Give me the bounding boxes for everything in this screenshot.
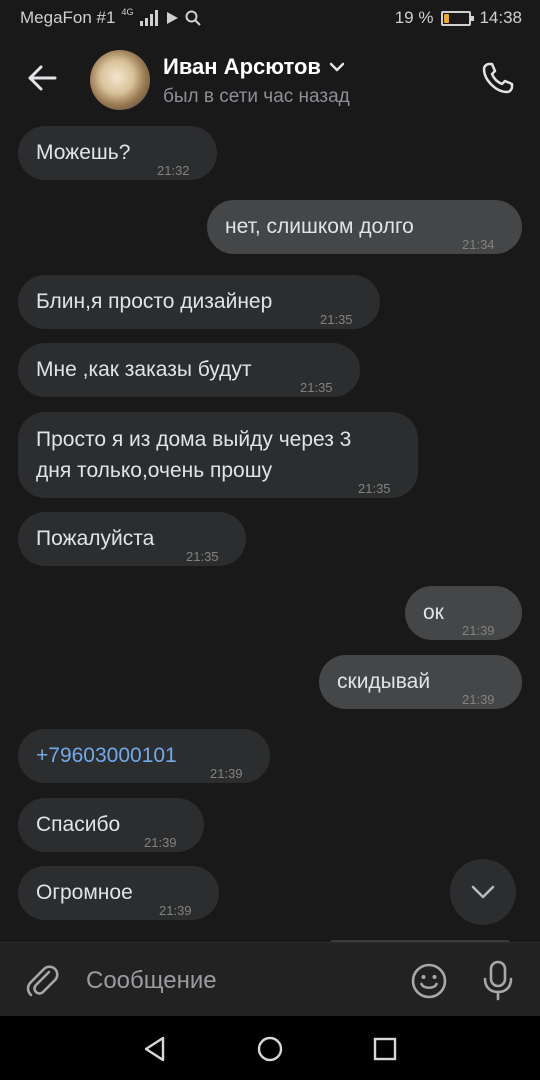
message-list[interactable]: Можешь? 21:32 нет, слишком долго 21:34 Б…: [0, 120, 540, 942]
message-time: 21:39: [462, 692, 495, 707]
message-text: Огромное: [36, 881, 133, 904]
message-outgoing[interactable]: скидывай 21:39: [319, 655, 522, 709]
message-text-line1: Просто я из дома выйду через 3: [36, 428, 352, 451]
scroll-down-icon: [471, 885, 495, 899]
scroll-down-button[interactable]: [450, 859, 516, 925]
battery-percent: 19 %: [394, 8, 434, 27]
carrier-label: MegaFon #1: [20, 8, 116, 27]
microphone-icon[interactable]: [478, 958, 518, 1002]
message-text: нет, слишком долго: [225, 215, 414, 238]
message-incoming[interactable]: Пожалуйста 21:35: [18, 512, 246, 566]
message-time: 21:35: [300, 380, 333, 395]
message-input[interactable]: [86, 965, 386, 997]
message-time: 21:39: [462, 623, 495, 638]
message-outgoing[interactable]: нет, слишком долго 21:34: [207, 200, 522, 254]
message-incoming[interactable]: Можешь? 21:32: [18, 126, 217, 180]
message-incoming[interactable]: Огромное 21:39: [18, 866, 219, 920]
signal-icon: [140, 10, 159, 26]
message-incoming[interactable]: +79603000101 21:39: [18, 729, 270, 783]
status-right: 19 % 14:38: [395, 8, 522, 28]
network-badge: 4G: [121, 7, 134, 17]
phone-icon[interactable]: [478, 58, 518, 98]
battery-icon: [441, 10, 475, 26]
message-time: 21:39: [210, 766, 243, 781]
message-time: 21:34: [462, 237, 495, 252]
message-incoming[interactable]: Блин,я просто дизайнер 21:35: [18, 275, 380, 329]
nav-home-icon[interactable]: [255, 1034, 285, 1064]
message-text: ок: [423, 601, 444, 624]
avatar[interactable]: [90, 50, 150, 110]
message-time: 21:35: [320, 312, 353, 327]
paperclip-icon[interactable]: [22, 960, 62, 1000]
search-icon: [185, 10, 202, 26]
message-time: 21:39: [144, 835, 177, 850]
message-text-line2: дня только,очень прошу: [36, 459, 273, 482]
message-time: 21:35: [186, 549, 219, 564]
status-bar: MegaFon #1 4G 19 % 14:38: [0, 0, 540, 36]
system-nav-bar: [0, 1016, 540, 1080]
chevron-down-icon: [329, 62, 345, 72]
message-text: скидывай: [337, 670, 431, 693]
status-left: MegaFon #1 4G: [20, 7, 202, 28]
chat-header: Иван Арсютов был в сети час назад: [0, 36, 540, 120]
battery-level: [444, 13, 450, 23]
last-seen-status: был в сети час назад: [163, 86, 350, 107]
message-incoming[interactable]: Мне ,как заказы будут 21:35: [18, 343, 360, 397]
message-time: 21:39: [159, 903, 192, 918]
message-text: Мне ,как заказы будут: [36, 358, 252, 381]
play-icon: [167, 12, 179, 24]
message-incoming[interactable]: Спасибо 21:39: [18, 798, 204, 852]
nav-recents-icon[interactable]: [370, 1034, 400, 1064]
message-text: Пожалуйста: [36, 527, 155, 550]
contact-name-row[interactable]: Иван Арсютов: [163, 54, 345, 80]
message-text: Блин,я просто дизайнер: [36, 290, 273, 313]
message-time: 21:32: [157, 163, 190, 178]
composer: [0, 942, 540, 1016]
nav-back-icon[interactable]: [140, 1034, 170, 1064]
message-text: Спасибо: [36, 813, 121, 836]
contact-name: Иван Арсютов: [163, 54, 321, 79]
clock: 14:38: [479, 8, 522, 27]
message-incoming[interactable]: Просто я из дома выйду через 3 дня тольк…: [18, 412, 418, 498]
emoji-icon[interactable]: [408, 960, 450, 1002]
message-outgoing[interactable]: ок 21:39: [405, 586, 522, 640]
phone-number-link[interactable]: +79603000101: [36, 741, 177, 771]
message-time: 21:35: [358, 481, 391, 496]
message-text: Можешь?: [36, 141, 131, 164]
back-arrow-icon[interactable]: [22, 58, 62, 98]
